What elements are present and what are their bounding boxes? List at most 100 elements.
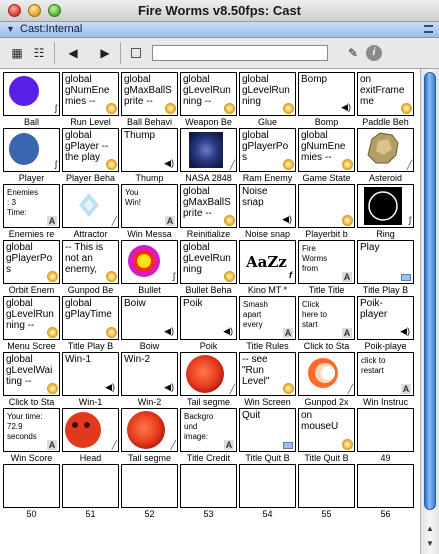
cast-member-cell[interactable]: Fire Worms from A Title Title [297, 239, 356, 295]
cast-member-thumbnail[interactable]: on exitFrame me [357, 72, 414, 116]
cast-member-cell[interactable]: You Win! A Win Messa [120, 183, 179, 239]
cast-member-cell[interactable]: 55 [297, 463, 356, 519]
cast-member-thumbnail[interactable]: ╱ [121, 408, 178, 452]
cast-member-thumbnail[interactable]: global gPlayTime [62, 296, 119, 340]
cast-member-cell[interactable]: Bomp ◀) Bomp [297, 71, 356, 127]
cast-member-cell[interactable]: global gMaxBallS prite -- Ball Behavi [120, 71, 179, 127]
cast-member-thumbnail[interactable]: click to restart A [357, 352, 414, 396]
cast-member-cell[interactable]: Smash apart every A Title Rules [238, 295, 297, 351]
cast-member-cell[interactable]: global gMaxBallS prite -- Reinitialize [179, 183, 238, 239]
cast-member-thumbnail[interactable]: global gLevelRun ning [239, 72, 296, 116]
cast-member-cell[interactable]: global gPlayTime Title Play B [61, 295, 120, 351]
cast-member-cell[interactable]: click to restart A Win Instruc [356, 351, 415, 407]
cast-member-thumbnail[interactable]: Boiw ◀) [121, 296, 178, 340]
vertical-scrollbar[interactable]: ▲ ▼ [420, 69, 439, 554]
cast-member-thumbnail[interactable]: Quit [239, 408, 296, 452]
disclosure-triangle-icon[interactable]: ▼ [6, 24, 15, 34]
cast-member-thumbnail[interactable] [357, 464, 414, 508]
cast-member-cell[interactable]: ╱ Gunpod 2x [297, 351, 356, 407]
cast-member-thumbnail[interactable]: AaZz f [239, 240, 296, 284]
cast-member-cell[interactable]: ʃ Ball [2, 71, 61, 127]
cast-member-cell[interactable]: ╱ Tail segme [179, 351, 238, 407]
cast-member-cell[interactable]: Noise snap ◀) Noise snap [238, 183, 297, 239]
cast-member-cell[interactable]: global gNumEne mies -- Run Level [61, 71, 120, 127]
cast-member-thumbnail[interactable]: Poik- player ◀) [357, 296, 414, 340]
cast-member-thumbnail[interactable] [3, 464, 60, 508]
cast-member-thumbnail[interactable]: -- see "Run Level" [239, 352, 296, 396]
cast-member-cell[interactable]: Thump ◀) Thump [120, 127, 179, 183]
cast-member-cell[interactable]: Playerbit b [297, 183, 356, 239]
cast-member-thumbnail[interactable]: global gLevelRun ning -- [180, 72, 237, 116]
cast-member-thumbnail[interactable]: ╱ [298, 352, 355, 396]
cast-member-cell[interactable]: AaZz f Kino MT * [238, 239, 297, 295]
cast-member-thumbnail[interactable]: Fire Worms from A [298, 240, 355, 284]
cast-member-cell[interactable]: global gNumEne mies -- Game State [297, 127, 356, 183]
cast-member-thumbnail[interactable]: global gLevelRun ning -- [3, 296, 60, 340]
scroll-up-arrow-icon[interactable]: ▲ [421, 522, 439, 536]
cast-member-thumbnail[interactable]: ʃ [357, 184, 414, 228]
cast-member-cell[interactable]: -- This is not an enemy, Gunpod Be [61, 239, 120, 295]
cast-member-thumbnail[interactable]: global gPlayerPo s [239, 128, 296, 172]
cast-member-thumbnail[interactable]: Play [357, 240, 414, 284]
cast-member-thumbnail[interactable] [239, 464, 296, 508]
cast-member-cell[interactable]: global gLevelRun ning -- Menu Scree [2, 295, 61, 351]
cast-member-thumbnail[interactable]: ╱ [180, 352, 237, 396]
cast-member-thumbnail[interactable]: Your time: 72.9 seconds A [3, 408, 60, 452]
cast-member-thumbnail[interactable]: global gPlayer -- the play [62, 128, 119, 172]
cast-member-thumbnail[interactable] [121, 464, 178, 508]
cast-member-thumbnail[interactable] [298, 464, 355, 508]
cast-member-thumbnail[interactable]: -- This is not an enemy, [62, 240, 119, 284]
cast-member-cell[interactable]: Backgro und image: A Title Credit [179, 407, 238, 463]
drag-member-icon[interactable] [130, 44, 142, 62]
member-name-input[interactable] [152, 45, 328, 61]
script-icon[interactable]: ✎ [342, 44, 364, 62]
cast-member-cell[interactable]: Quit Title Quit B [238, 407, 297, 463]
cast-member-cell[interactable]: global gLevelWai ting -- Click to Sta [2, 351, 61, 407]
cast-member-cell[interactable]: 53 [179, 463, 238, 519]
cast-member-cell[interactable]: global gPlayer -- the play Player Beha [61, 127, 120, 183]
cast-selector-bar[interactable]: ▼ Cast:Internal [0, 22, 439, 38]
cast-member-thumbnail[interactable]: global gPlayerPo s [3, 240, 60, 284]
info-icon[interactable]: i [366, 45, 382, 61]
cast-member-thumbnail[interactable] [62, 464, 119, 508]
cast-member-thumbnail[interactable]: Bomp ◀) [298, 72, 355, 116]
cast-member-thumbnail[interactable]: ╱ [62, 184, 119, 228]
cast-member-cell[interactable]: global gLevelRun ning Glue [238, 71, 297, 127]
cast-member-thumbnail[interactable]: You Win! A [121, 184, 178, 228]
cast-member-thumbnail[interactable]: global gMaxBallS prite -- [180, 184, 237, 228]
cast-member-cell[interactable]: Enemies : 3 Time: A Enemies re [2, 183, 61, 239]
cast-member-thumbnail[interactable]: global gNumEne mies -- [62, 72, 119, 116]
cast-member-thumbnail[interactable]: Backgro und image: A [180, 408, 237, 452]
cast-member-thumbnail[interactable]: ╱ [357, 128, 414, 172]
cast-member-thumbnail[interactable]: global gLevelRun ning [180, 240, 237, 284]
cast-member-cell[interactable]: ╱ Head [61, 407, 120, 463]
cast-member-thumbnail[interactable]: Win-1 ◀) [62, 352, 119, 396]
title-bar[interactable]: Fire Worms v8.50fps: Cast [0, 0, 439, 22]
cast-member-thumbnail[interactable]: Thump ◀) [121, 128, 178, 172]
cast-member-cell[interactable]: Your time: 72.9 seconds A Win Score [2, 407, 61, 463]
cast-member-cell[interactable]: ╱ Attractor [61, 183, 120, 239]
cast-member-thumbnail[interactable]: Noise snap ◀) [239, 184, 296, 228]
cast-member-cell[interactable]: 50 [2, 463, 61, 519]
cast-member-thumbnail[interactable] [357, 408, 414, 452]
cast-member-cell[interactable]: ʃ Ring [356, 183, 415, 239]
cast-member-cell[interactable]: ╱ Tail segme [120, 407, 179, 463]
cast-member-thumbnail[interactable]: global gNumEne mies -- [298, 128, 355, 172]
cast-member-cell[interactable]: 56 [356, 463, 415, 519]
cast-member-cell[interactable]: ʃ Bullet [120, 239, 179, 295]
cast-member-cell[interactable]: ╱ NASA 2848 [179, 127, 238, 183]
cast-member-thumbnail[interactable] [180, 464, 237, 508]
cast-member-cell[interactable]: Win-1 ◀) Win-1 [61, 351, 120, 407]
cast-view-style-icon[interactable]: ▦ [8, 44, 26, 62]
cast-member-thumbnail[interactable]: ʃ [3, 72, 60, 116]
cast-member-cell[interactable]: Play Title Play B [356, 239, 415, 295]
list-view-icon[interactable]: ☷ [30, 44, 48, 62]
cast-member-cell[interactable]: 54 [238, 463, 297, 519]
cast-member-cell[interactable]: global gLevelRun ning Bullet Beha [179, 239, 238, 295]
cast-member-cell[interactable]: on exitFrame me Paddle Beh [356, 71, 415, 127]
cast-member-cell[interactable]: global gLevelRun ning -- Weapon Be [179, 71, 238, 127]
cast-member-thumbnail[interactable]: global gMaxBallS prite -- [121, 72, 178, 116]
options-menu-icon[interactable] [424, 25, 433, 33]
cast-member-cell[interactable]: Poik ◀) Poik [179, 295, 238, 351]
cast-member-cell[interactable]: Win-2 ◀) Win-2 [120, 351, 179, 407]
